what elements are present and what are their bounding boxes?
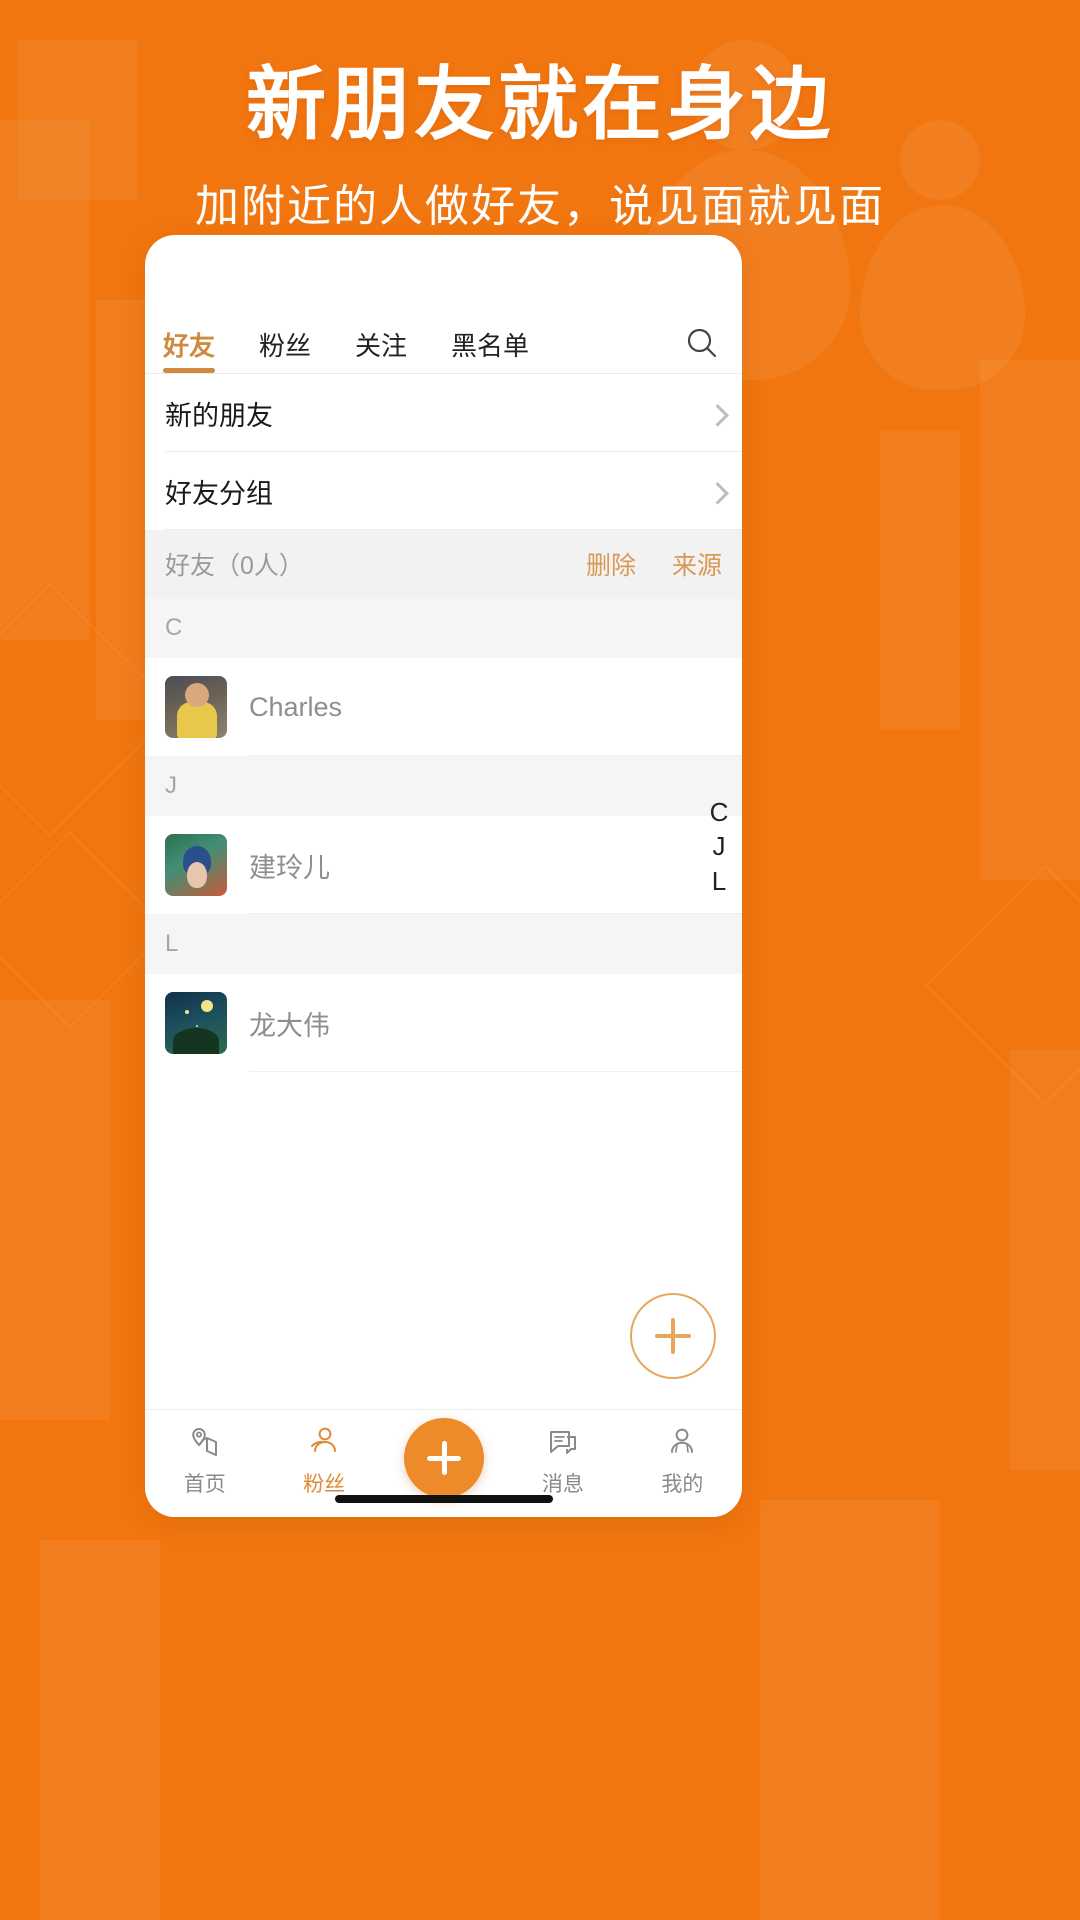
list-item-new-friends[interactable]: 新的朋友 (145, 374, 742, 452)
avatar (165, 834, 227, 896)
tab-following[interactable]: 关注 (355, 326, 407, 373)
contact-row[interactable]: Charles (145, 658, 742, 756)
alphabet-index[interactable]: C J L (702, 795, 736, 898)
letter-band-j: J (145, 756, 742, 816)
source-action-link[interactable]: 来源 (672, 546, 722, 582)
index-letter-j[interactable]: J (713, 829, 726, 863)
plus-icon (655, 1318, 691, 1354)
home-map-icon (187, 1422, 223, 1462)
index-letter-l[interactable]: L (712, 864, 726, 898)
bottom-nav-center (384, 1418, 503, 1498)
message-icon (545, 1422, 581, 1462)
contact-name: Charles (249, 691, 343, 722)
bottom-nav-label-home: 首页 (183, 1473, 226, 1496)
bottom-nav-item-fans[interactable]: 粉丝 (264, 1422, 383, 1498)
row-divider (249, 913, 742, 914)
home-indicator (334, 1495, 553, 1503)
search-icon[interactable] (680, 321, 724, 365)
profile-icon (664, 1422, 700, 1462)
fans-icon (306, 1422, 342, 1462)
friends-section-header: 好友（0人） 删除 来源 (145, 530, 742, 598)
contact-row[interactable]: 建玲儿 (145, 816, 742, 914)
promo-banner: 新朋友就在身边 加附近的人做好友，说见面就见面 (0, 0, 1080, 234)
avatar (165, 992, 227, 1054)
friend-groups-label: 好友分组 (165, 478, 273, 509)
phone-status-spacer (145, 235, 742, 305)
tab-fans[interactable]: 粉丝 (259, 326, 311, 373)
new-friends-label: 新的朋友 (165, 400, 273, 431)
tab-bar: 好友 粉丝 关注 黑名单 (145, 305, 742, 373)
delete-action-link[interactable]: 删除 (586, 546, 636, 582)
bottom-nav-item-messages[interactable]: 消息 (503, 1422, 622, 1498)
bottom-nav-label-profile: 我的 (661, 1473, 704, 1496)
list-item-friend-groups[interactable]: 好友分组 (145, 452, 742, 530)
contact-name: 龙大伟 (249, 1010, 330, 1041)
friends-count-label: 好友（0人） (165, 552, 304, 580)
plus-icon (426, 1441, 461, 1475)
index-letter-c[interactable]: C (710, 795, 729, 829)
bottom-nav-label-fans: 粉丝 (303, 1473, 346, 1496)
tab-friends[interactable]: 好友 (163, 326, 216, 373)
contact-name: 建玲儿 (249, 852, 330, 883)
letter-band-c: C (145, 598, 742, 658)
chevron-right-icon (706, 404, 729, 427)
bottom-nav-add-button[interactable] (403, 1418, 484, 1498)
row-divider (249, 755, 742, 756)
bottom-nav-label-messages: 消息 (541, 1473, 584, 1496)
add-friend-fab[interactable] (630, 1293, 716, 1379)
banner-title: 新朋友就在身边 (246, 60, 834, 149)
chevron-right-icon (706, 482, 729, 505)
tab-blacklist[interactable]: 黑名单 (451, 326, 529, 373)
bottom-nav-item-profile[interactable]: 我的 (623, 1422, 742, 1498)
row-divider (165, 529, 742, 530)
contact-row[interactable]: 龙大伟 (145, 974, 742, 1072)
letter-band-l: L (145, 914, 742, 974)
bottom-nav-item-home[interactable]: 首页 (145, 1422, 264, 1498)
row-divider (249, 1071, 742, 1072)
banner-subtitle: 加附近的人做好友，说见面就见面 (195, 182, 885, 232)
phone-mockup: 好友 粉丝 关注 黑名单 新的朋友 好友分组 好友（0人） 删除 来源 C Ch… (145, 235, 742, 1517)
avatar (165, 676, 227, 738)
